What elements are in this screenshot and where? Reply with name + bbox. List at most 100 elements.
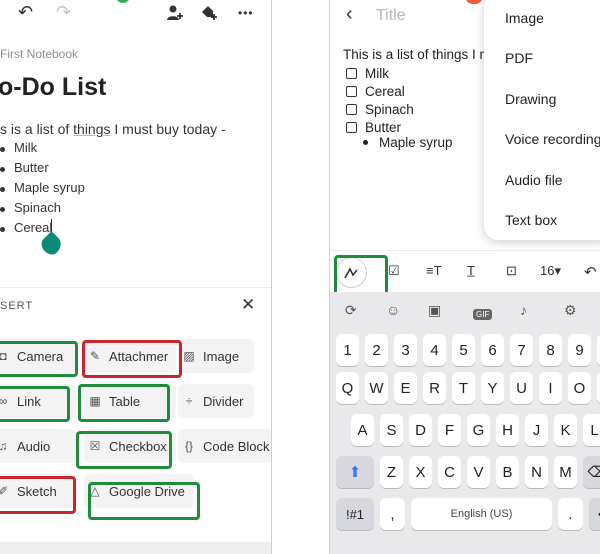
add-person-icon[interactable] — [166, 4, 184, 27]
list-item[interactable]: Cereal — [0, 220, 85, 240]
key-c[interactable]: C — [438, 456, 461, 488]
key-u[interactable]: U — [510, 372, 533, 404]
handwriting-pen-button[interactable] — [336, 257, 367, 288]
checklist-item[interactable]: Cereal — [346, 82, 405, 100]
key-s[interactable]: S — [380, 414, 403, 446]
insert-audio-button[interactable]: ♫Audio — [0, 429, 76, 463]
comma-key[interactable]: , — [380, 498, 405, 530]
key-m[interactable]: M — [554, 456, 577, 488]
emoji-icon[interactable]: ☺ — [386, 302, 400, 318]
key-g[interactable]: G — [467, 414, 490, 446]
key-a[interactable]: A — [351, 414, 374, 446]
google-drive-icon: △ — [90, 484, 100, 498]
key-7[interactable]: 7 — [510, 334, 533, 366]
key-3[interactable]: 3 — [394, 334, 417, 366]
space-key[interactable]: English (US) — [411, 498, 552, 530]
insert-google-drive-button[interactable]: △ Google Drive — [84, 474, 194, 508]
text-underline-icon[interactable]: T̲ — [467, 263, 475, 278]
checklist-item[interactable]: Spinach — [346, 100, 414, 118]
insert-checkbox-button[interactable]: ☒ Checkbox — [84, 429, 176, 463]
key-x[interactable]: X — [409, 456, 432, 488]
add-tag-icon[interactable] — [200, 4, 218, 27]
sub-bullet-item[interactable]: Maple syrup — [363, 135, 453, 150]
note-intro[interactable]: This is a list of things I m — [343, 47, 491, 62]
insert-link-button[interactable]: ∞Link — [0, 384, 76, 418]
key-v[interactable]: V — [467, 456, 490, 488]
sticker-icon[interactable]: ▣ — [428, 302, 441, 319]
checklist-item[interactable]: Butter — [346, 118, 401, 136]
checkbox[interactable] — [346, 67, 357, 79]
more-options-icon[interactable]: ••• — [238, 6, 254, 20]
redo-icon[interactable]: ↷ — [56, 2, 71, 23]
insert-table-button[interactable]: ▦ Table — [84, 384, 176, 418]
key-2[interactable]: 2 — [365, 334, 388, 366]
list-item[interactable]: Milk — [0, 140, 85, 160]
undo-icon[interactable]: ↶ — [18, 2, 33, 23]
key-6[interactable]: 6 — [481, 334, 504, 366]
key-8[interactable]: 8 — [539, 334, 562, 366]
text-box-format-icon[interactable]: ⊡ — [506, 263, 517, 279]
key-y[interactable]: Y — [481, 372, 504, 404]
key-q[interactable]: Q — [336, 372, 359, 404]
insert-image-button[interactable]: ▨ Image — [178, 339, 254, 373]
menu-item-text-box[interactable]: Text box — [505, 212, 557, 228]
key-4[interactable]: 4 — [423, 334, 446, 366]
menu-item-pdf[interactable]: PDF — [505, 50, 533, 66]
checkbox[interactable] — [346, 85, 357, 97]
checkbox-format-icon[interactable]: ☑ — [388, 263, 400, 279]
insert-code-block-button[interactable]: {} Code Block — [178, 429, 271, 463]
menu-item-image[interactable]: Image — [505, 10, 544, 26]
key-i[interactable]: I — [539, 372, 562, 404]
key-j[interactable]: J — [525, 414, 548, 446]
key-o[interactable]: O — [568, 372, 591, 404]
insert-sketch-button[interactable]: ✐Sketch — [0, 474, 76, 508]
key-1[interactable]: 1 — [336, 334, 359, 366]
settings-gear-icon[interactable]: ⚙ — [564, 302, 577, 319]
key-b[interactable]: B — [496, 456, 519, 488]
menu-item-audio-file[interactable]: Audio file — [505, 172, 563, 188]
screenshot-root: ↶ ↷ ••• First Notebook o-Do List s is a … — [0, 0, 600, 554]
text-style-icon[interactable]: ≡T — [426, 263, 442, 278]
key-r[interactable]: R — [423, 372, 446, 404]
period-key[interactable]: . — [558, 498, 583, 530]
key-t[interactable]: T — [452, 372, 475, 404]
note-intro[interactable]: s is a list of things I must buy today - — [0, 121, 226, 137]
menu-item-drawing[interactable]: Drawing — [505, 91, 556, 107]
key-d[interactable]: D — [409, 414, 432, 446]
key-z[interactable]: Z — [380, 456, 403, 488]
code-braces-icon: {} — [184, 439, 193, 453]
checkbox[interactable] — [346, 103, 357, 115]
gif-button[interactable]: GIF — [473, 304, 493, 320]
menu-item-voice-recording[interactable]: Voice recording — [505, 131, 600, 147]
key-9[interactable]: 9 — [568, 334, 591, 366]
list-item[interactable]: Maple syrup — [0, 180, 85, 200]
key-f[interactable]: F — [438, 414, 461, 446]
insert-camera-button[interactable]: ◘ Camera — [0, 339, 76, 373]
backspace-key[interactable]: ⌫ — [583, 456, 600, 488]
list-item[interactable]: Butter — [0, 160, 85, 180]
undo-icon[interactable]: ↶ — [584, 263, 597, 281]
list-item[interactable]: Spinach — [0, 200, 85, 220]
title-input[interactable]: Title — [376, 7, 406, 25]
symbols-key[interactable]: !#1 — [336, 498, 374, 530]
keyboard-translate-icon[interactable]: ⟳ — [345, 302, 357, 319]
shift-key[interactable]: ⬆ — [336, 456, 374, 488]
back-button[interactable]: ‹ — [346, 3, 353, 26]
insert-attachment-button[interactable]: ✎ Attachmer — [84, 339, 176, 373]
close-insert-button[interactable]: ✕ — [241, 295, 255, 315]
key-l[interactable]: L — [583, 414, 600, 446]
checkbox[interactable] — [346, 121, 357, 133]
notebook-breadcrumb[interactable]: First Notebook — [0, 47, 78, 61]
note-title[interactable]: o-Do List — [0, 73, 106, 102]
font-size-select[interactable]: 16▾ — [540, 263, 561, 279]
enter-key[interactable]: ↵ — [589, 498, 600, 530]
microphone-icon[interactable]: ♪ — [520, 302, 527, 318]
insert-divider-button[interactable]: ÷ Divider — [178, 384, 254, 418]
key-e[interactable]: E — [394, 372, 417, 404]
key-n[interactable]: N — [525, 456, 548, 488]
key-k[interactable]: K — [554, 414, 577, 446]
checklist-item[interactable]: Milk — [346, 64, 389, 82]
key-5[interactable]: 5 — [452, 334, 475, 366]
key-h[interactable]: H — [496, 414, 519, 446]
key-w[interactable]: W — [365, 372, 388, 404]
